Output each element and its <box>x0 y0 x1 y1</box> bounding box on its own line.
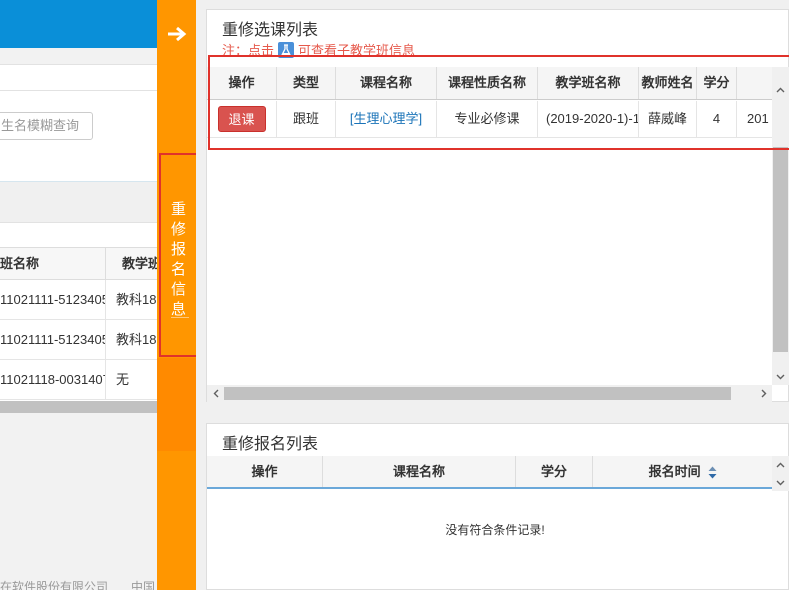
background-table-header: 班名称 教学班 <box>0 247 157 280</box>
scroll-down-arrow[interactable] <box>772 368 789 385</box>
table-cell: 薛威峰 <box>639 101 697 137</box>
table-header: 操作 课程名称 学分 报名时间 <box>207 456 773 489</box>
table-cell: 11021111-5123405 <box>0 280 106 319</box>
column-header[interactable]: 操作 <box>207 456 323 487</box>
column-header[interactable]: 课程性质名称 <box>437 67 538 99</box>
scroll-down-arrow[interactable] <box>772 474 789 491</box>
table-row[interactable]: 退课 跟班 [生理心理学] 专业必修课 (2019-2020-1)-1 薛威峰 … <box>207 101 773 138</box>
hint-prefix: 注：点击 <box>222 43 275 58</box>
table-cell: 教科18 <box>116 292 157 307</box>
table-header: 操作 类型 课程名称 课程性质名称 教学班名称 教师姓名 学分 <box>207 67 773 100</box>
column-header[interactable]: 类型 <box>277 67 336 99</box>
column-header[interactable]: 学分 <box>516 456 593 487</box>
table-cell: 11021118-0031407 <box>0 360 106 399</box>
side-bar-accent <box>157 358 196 451</box>
retake-signup-table: 操作 课程名称 学分 报名时间 <box>207 456 789 492</box>
vertical-scrollbar[interactable] <box>772 456 789 491</box>
scroll-up-arrow[interactable] <box>772 456 789 473</box>
flask-icon <box>278 41 295 58</box>
retake-selected-card: 重修选课列表 注：点击 可查看子教学班信息 操作 类型 课程名称 课程性质名称 … <box>206 9 789 402</box>
column-header[interactable]: 课程名称 <box>323 456 516 487</box>
empty-state-message: 没有符合条件记录! <box>445 523 545 537</box>
table-cell: 退课 <box>207 101 277 137</box>
column-header[interactable]: 教学班名称 <box>538 67 639 99</box>
scrollbar-thumb[interactable] <box>773 147 788 352</box>
divider <box>0 90 157 91</box>
side-drawer-bar: 重修报名信息 <box>157 0 199 590</box>
table-cell: 教科18 <box>116 332 157 347</box>
collapse-drawer-button[interactable] <box>157 18 196 50</box>
table-row[interactable]: 11021118-0031407 无 <box>0 360 157 400</box>
course-name-link[interactable]: [生理心理学] <box>336 101 437 137</box>
scroll-left-arrow[interactable] <box>207 385 224 402</box>
column-header: 教学班 <box>122 256 157 271</box>
footer-country-text: 中国 <box>131 580 156 590</box>
column-header[interactable]: 操作 <box>207 67 277 99</box>
table-cell: (2019-2020-1)-1 <box>538 101 639 137</box>
background-header <box>0 0 157 48</box>
column-header-signup-time[interactable]: 报名时间 <box>593 456 773 487</box>
drop-course-button[interactable]: 退课 <box>217 106 266 132</box>
card-title: 重修选课列表 <box>222 22 319 39</box>
table-cell: 201 <box>747 111 769 126</box>
side-tab-label: 重修报名信息 <box>170 201 187 318</box>
footer-company-text: 在软件股份有限公司 <box>0 580 109 590</box>
column-header[interactable]: 学分 <box>697 67 737 99</box>
hint-suffix: 可查看子教学班信息 <box>298 43 416 58</box>
table-row[interactable]: 11021111-5123405 教科18 <box>0 280 157 320</box>
side-tab-underline <box>171 317 189 318</box>
background-horizontal-scrollbar[interactable] <box>0 401 157 413</box>
column-header[interactable]: 教师姓名 <box>639 67 697 99</box>
retake-drawer: 重修选课列表 注：点击 可查看子教学班信息 操作 类型 课程名称 课程性质名称 … <box>196 0 789 590</box>
retake-signup-card: 重修报名列表 操作 课程名称 学分 报名时间 <box>206 423 789 590</box>
table-cell: 专业必修课 <box>437 101 538 137</box>
background-toolbar <box>0 181 157 223</box>
hint-note: 注：点击 可查看子教学班信息 <box>222 40 415 59</box>
side-tab-retake-info[interactable]: 重修报名信息 <box>159 153 199 357</box>
table-cell: 跟班 <box>277 101 336 137</box>
scroll-up-arrow[interactable] <box>772 81 789 98</box>
table-row[interactable]: 11021111-5123405 教科18 <box>0 320 157 360</box>
table-cell: 无 <box>116 372 130 387</box>
column-header[interactable]: 课程名称 <box>336 67 437 99</box>
background-footer: 在软件股份有限公司 中国 <box>0 578 157 590</box>
background-search-input[interactable]: 生名模糊查询 <box>0 112 93 140</box>
column-header[interactable] <box>737 67 773 99</box>
column-header: 班名称 <box>0 248 106 279</box>
scroll-right-arrow[interactable] <box>755 385 772 402</box>
table-cell: 4 <box>697 101 737 137</box>
vertical-scrollbar[interactable] <box>772 67 789 385</box>
table-cell: 11021111-5123405 <box>0 320 106 359</box>
background-page: 生名模糊查询 班名称 教学班 11021111-5123405 教科18 110… <box>0 0 157 590</box>
retake-selected-table: 操作 类型 课程名称 课程性质名称 教学班名称 教师姓名 学分 退课 跟班 [生… <box>207 67 789 147</box>
card-title: 重修报名列表 <box>222 436 319 453</box>
column-header-label: 报名时间 <box>648 464 701 479</box>
scrollbar-thumb[interactable] <box>224 387 731 400</box>
sort-icon[interactable] <box>708 466 717 479</box>
horizontal-scrollbar[interactable] <box>207 385 772 402</box>
arrow-right-icon <box>167 26 186 42</box>
